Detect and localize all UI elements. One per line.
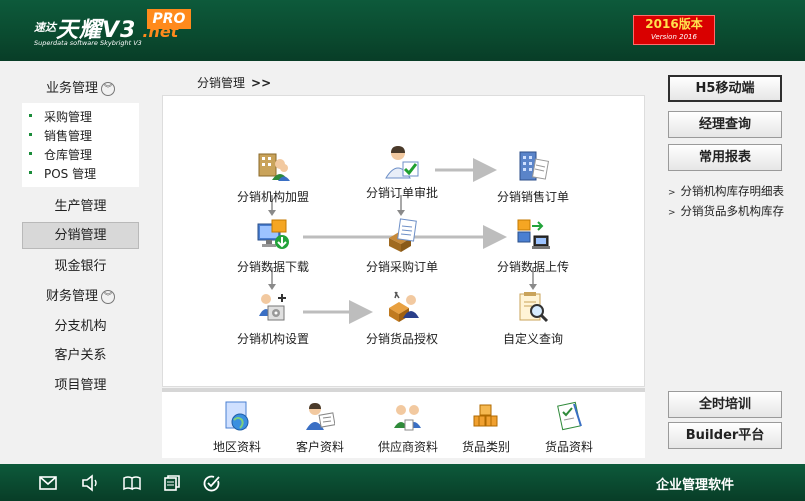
report-link-inventory-detail[interactable]: > 分销机构库存明细表 — [668, 183, 784, 199]
flow-node-data-download[interactable]: 分销数据下载 — [218, 218, 328, 288]
version-sub: Version 2016 — [651, 33, 697, 41]
purchase-document-icon — [389, 218, 417, 252]
person-approve-icon — [385, 146, 419, 179]
flow-node-org-setup[interactable]: 分销机构设置 — [218, 290, 328, 360]
sidebar-item-distribution[interactable]: 分销管理 — [22, 222, 139, 249]
flow-node-custom-query[interactable]: 自定义查询 — [478, 290, 588, 360]
pro-badge: PRO — [147, 9, 191, 29]
flow-node-purchase-order[interactable]: 分销采购订单 — [347, 218, 457, 288]
sidebar-item-project[interactable]: 项目管理 — [22, 372, 139, 399]
boxes-icon — [473, 404, 498, 427]
submenu-item-sales[interactable]: 销售管理 — [28, 127, 92, 144]
sidebar-item-label: 业务管理 — [45, 81, 98, 96]
transfer-upload-icon — [517, 219, 550, 249]
mail-icon[interactable] — [38, 474, 58, 492]
chevron-down-icon: ︾ — [101, 290, 115, 304]
manager-query-button[interactable]: 经理查询 — [668, 111, 782, 138]
version-badge: 2016版本 Version 2016 — [633, 15, 715, 45]
flow-node-data-upload[interactable]: 分销数据上传 — [478, 218, 588, 288]
flow-node-order-review[interactable]: 分销订单审批 — [347, 144, 457, 214]
product-logo: 速达天耀V3 .net Superdata software Skybright … — [34, 12, 234, 52]
sidebar-item-label: 财务管理 — [45, 289, 98, 304]
quick-region[interactable]: 地区资料 — [197, 400, 277, 456]
quick-customer[interactable]: 客户资料 — [280, 400, 360, 456]
query-magnifier-icon — [519, 292, 549, 323]
logo-subtitle: Superdata software Skybright V3 — [34, 39, 142, 47]
version-main: 2016版本 — [645, 17, 703, 31]
quick-supplier[interactable]: 供应商资料 — [368, 400, 448, 456]
check-circle-icon[interactable] — [202, 474, 222, 492]
sidebar-item-production[interactable]: 生产管理 — [22, 193, 139, 220]
chevron-down-icon: ︾ — [101, 82, 115, 96]
sidebar-item-finance[interactable]: 财务管理 ︾ — [22, 283, 139, 310]
chevron-right-icon: > — [668, 188, 676, 198]
documents-icon[interactable] — [162, 474, 182, 492]
sidebar-item-business[interactable]: 业务管理 ︾ — [22, 75, 139, 102]
workflow-panel: 分销机构加盟 分销订单审批 分销销售订单 分销数据下载 分销采购订单 分销数据上… — [162, 95, 645, 387]
flow-node-join[interactable]: 分销机构加盟 — [218, 148, 328, 218]
footer-bar: 企业管理软件 — [0, 464, 805, 501]
submenu-item-purchase[interactable]: 采购管理 — [28, 108, 92, 125]
globe-document-icon — [225, 401, 249, 431]
h5-mobile-button[interactable]: H5移动端 — [668, 75, 782, 102]
business-submenu: 采购管理 销售管理 仓库管理 POS 管理 — [22, 103, 139, 187]
breadcrumb-separator: >> — [251, 76, 272, 90]
common-reports-button[interactable]: 常用报表 — [668, 144, 782, 171]
speaker-icon[interactable] — [80, 474, 100, 492]
footer-brand: 企业管理软件 — [656, 478, 735, 493]
sidebar-item-crm[interactable]: 客户关系 — [22, 342, 139, 369]
settings-people-icon — [259, 294, 286, 321]
quick-access-panel: 地区资料 客户资料 供应商资料 货品类别 货品资料 — [162, 392, 645, 458]
flow-node-sales-order[interactable]: 分销销售订单 — [478, 148, 588, 218]
book-icon[interactable] — [122, 474, 142, 492]
breadcrumb: 分销管理 >> — [197, 74, 271, 91]
quick-category[interactable]: 货品类别 — [446, 400, 526, 456]
supplier-people-icon — [394, 405, 421, 431]
builder-platform-button[interactable]: Builder平台 — [668, 422, 782, 449]
header-bar: 速达天耀V3 .net Superdata software Skybright … — [0, 0, 805, 61]
chevron-right-icon: > — [668, 208, 676, 218]
sidebar-item-branch[interactable]: 分支机构 — [22, 313, 139, 340]
training-button[interactable]: 全时培训 — [668, 391, 782, 418]
computer-download-icon — [257, 219, 289, 249]
submenu-item-warehouse[interactable]: 仓库管理 — [28, 146, 92, 163]
quick-goods[interactable]: 货品资料 — [529, 400, 609, 456]
submenu-item-pos[interactable]: POS 管理 — [28, 165, 96, 182]
building-people-icon — [258, 153, 290, 181]
report-link-multi-org-stock[interactable]: > 分销货品多机构库存 — [668, 203, 784, 219]
customer-card-icon — [306, 403, 335, 430]
flow-node-goods-auth[interactable]: 分销货品授权 — [347, 290, 457, 360]
goods-authorize-icon — [389, 291, 419, 322]
sidebar-item-cash[interactable]: 现金银行 — [22, 253, 139, 280]
office-building-icon — [519, 151, 550, 181]
breadcrumb-current: 分销管理 — [197, 76, 246, 90]
goods-checklist-icon — [557, 401, 582, 431]
